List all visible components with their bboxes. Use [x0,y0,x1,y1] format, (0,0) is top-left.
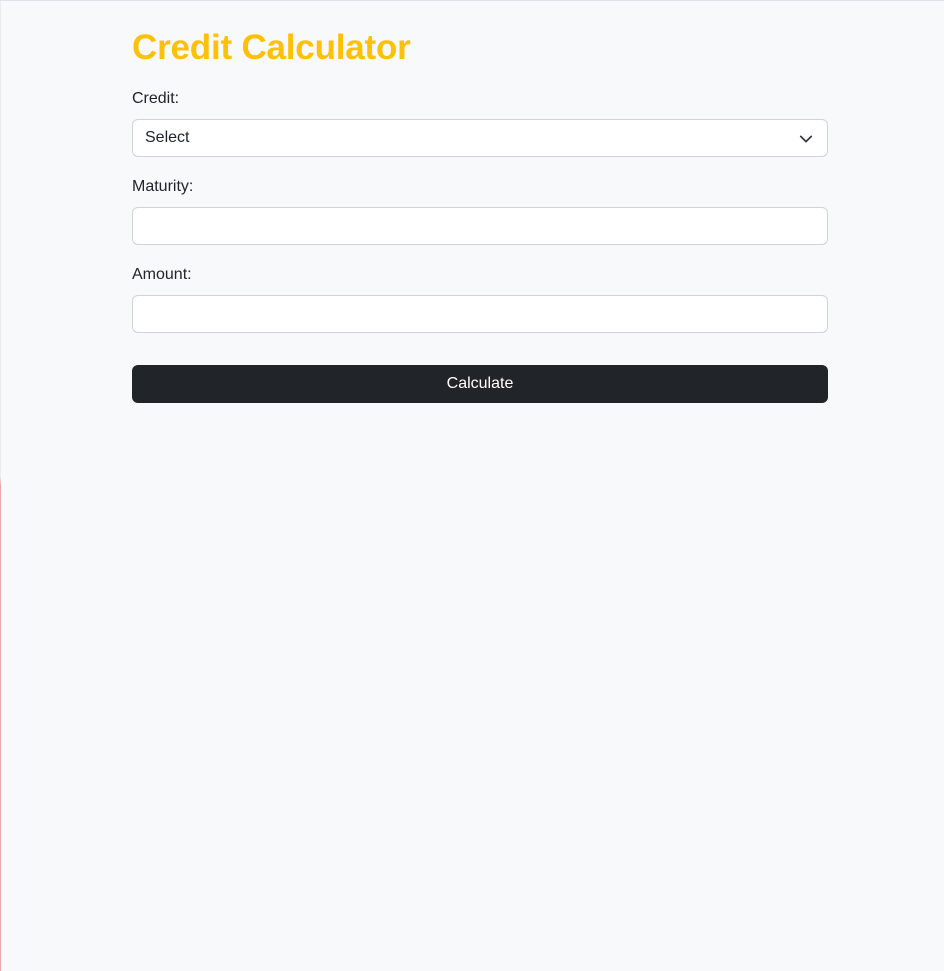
amount-label: Amount: [132,266,192,283]
chevron-down-icon [799,135,813,143]
maturity-label: Maturity: [132,178,194,195]
credit-select-value: Select [145,129,190,146]
window-edge [0,1,1,971]
amount-input[interactable] [132,295,828,333]
credit-calculator-form: Credit Calculator Credit: Select Maturit… [132,27,828,403]
credit-select[interactable]: Select [132,119,828,157]
maturity-input[interactable] [132,207,828,245]
credit-label: Credit: [132,90,180,107]
page-title: Credit Calculator [132,28,411,67]
calculate-button[interactable]: Calculate [132,365,828,403]
